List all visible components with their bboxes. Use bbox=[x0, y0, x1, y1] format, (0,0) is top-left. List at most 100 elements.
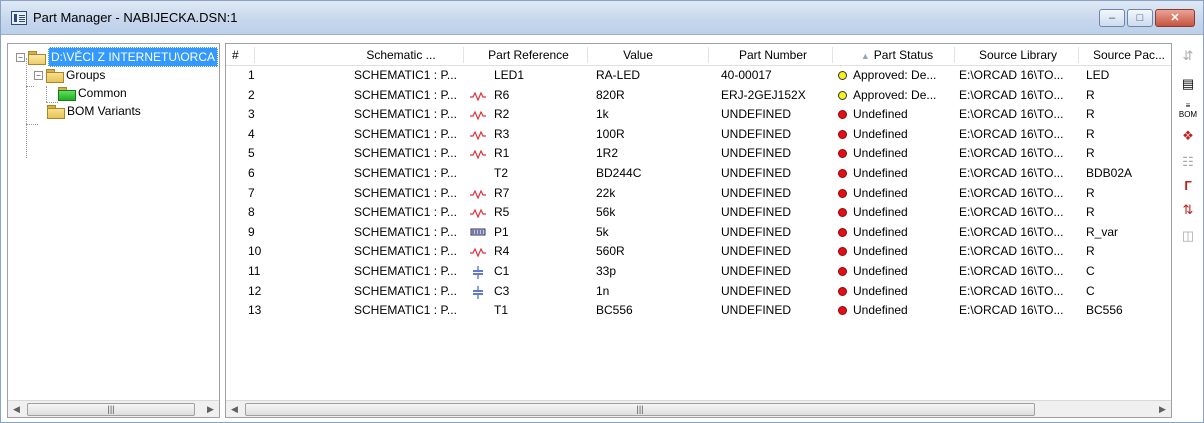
source-library-cell: E:\ORCAD 16\TO... bbox=[959, 185, 1064, 200]
scroll-left-icon[interactable]: ◀ bbox=[226, 401, 243, 417]
resistor-icon bbox=[469, 129, 487, 141]
source-package-cell: R bbox=[1086, 185, 1095, 200]
part-status-text: Undefined bbox=[853, 126, 908, 141]
row-index: 6 bbox=[248, 165, 255, 180]
scroll-left-icon[interactable]: ◀ bbox=[8, 401, 25, 417]
resistor-icon bbox=[469, 207, 487, 219]
column-header-schematic[interactable]: Schematic ... bbox=[346, 44, 456, 66]
part-status-cell: Undefined bbox=[838, 164, 908, 184]
part-reference-cell: LED1 bbox=[494, 68, 525, 82]
schematic-cell: SCHEMATIC1 : P... bbox=[354, 165, 457, 180]
link-icon[interactable]: Г bbox=[1178, 177, 1198, 195]
row-index: 13 bbox=[248, 303, 262, 318]
part-number-cell: UNDEFINED bbox=[721, 263, 792, 278]
yellow-status-icon bbox=[838, 90, 847, 100]
scroll-right-icon[interactable]: ▶ bbox=[1154, 401, 1171, 417]
table-row[interactable]: 7 SCHEMATIC1 : P... R7 22k UNDEFINED Undefine… bbox=[226, 184, 1171, 204]
close-button[interactable]: ✕ bbox=[1155, 9, 1195, 27]
compare-icon[interactable]: ☷ bbox=[1178, 153, 1198, 171]
tree-root[interactable]: − D:\VĚCI Z INTERNETU\ORCA bbox=[16, 47, 219, 67]
red-status-icon bbox=[838, 286, 847, 296]
tree-common-label[interactable]: Common bbox=[78, 84, 127, 102]
tree-item-bom-variants[interactable]: BOM Variants bbox=[34, 102, 141, 120]
part-status-text: Undefined bbox=[853, 283, 908, 298]
collapse-icon[interactable]: − bbox=[16, 52, 25, 62]
table-row[interactable]: 1 SCHEMATIC1 : P... LED1 RA-LED 40-00017 Appr… bbox=[226, 66, 1171, 86]
row-index: 7 bbox=[248, 185, 255, 200]
row-index: 2 bbox=[248, 87, 255, 102]
part-status-text: Undefined bbox=[853, 165, 908, 180]
parts-table[interactable]: # Schematic ... Part Reference Value Par… bbox=[225, 43, 1172, 418]
project-tree[interactable]: − D:\VĚCI Z INTERNETU\ORCA − Groups Comm… bbox=[7, 43, 220, 418]
part-status-header-label: Part Status bbox=[873, 48, 934, 62]
column-header-index[interactable]: # bbox=[232, 44, 252, 66]
part-number-cell: UNDEFINED bbox=[721, 146, 792, 161]
yellow-status-icon bbox=[838, 71, 847, 80]
source-library-cell: E:\ORCAD 16\TO... bbox=[959, 165, 1064, 180]
scroll-thumb[interactable]: ||| bbox=[27, 403, 195, 416]
value-cell: BD244C bbox=[596, 165, 642, 180]
red-status-icon bbox=[838, 168, 847, 178]
red-status-icon bbox=[838, 129, 847, 139]
table-row[interactable]: 11 SCHEMATIC1 : P... C1 33p UNDEFINED Undefin… bbox=[226, 262, 1171, 282]
update-icon[interactable]: ⇅ bbox=[1178, 201, 1198, 219]
table-row[interactable]: 8 SCHEMATIC1 : P... R5 56k UNDEFINED Undefine… bbox=[226, 203, 1171, 223]
red-status-icon bbox=[838, 306, 847, 316]
table-row[interactable]: 2 SCHEMATIC1 : P... R6 820R ERJ-2GEJ152X Appr… bbox=[226, 86, 1171, 106]
table-row[interactable]: 13 SCHEMATIC1 : P... T1 BC556 UNDEFINED Undef… bbox=[226, 301, 1171, 321]
maximize-button[interactable]: □ bbox=[1127, 9, 1153, 27]
source-package-cell: R bbox=[1086, 107, 1095, 122]
minimize-button[interactable]: – bbox=[1099, 9, 1125, 27]
tree-horizontal-scrollbar[interactable]: ◀ ||| ▶ bbox=[8, 400, 219, 417]
table-row[interactable]: 3 SCHEMATIC1 : P... R2 1k UNDEFINED Undefined… bbox=[226, 105, 1171, 125]
assign-icon[interactable]: ❖ bbox=[1178, 127, 1198, 145]
table-row[interactable]: 9 SCHEMATIC1 : P... P1 5k UNDEFINED Undefined… bbox=[226, 223, 1171, 243]
row-index: 4 bbox=[248, 126, 255, 141]
table-row[interactable]: 4 SCHEMATIC1 : P... R3 100R UNDEFINED Undefin… bbox=[226, 125, 1171, 145]
title-bar[interactable]: Part Manager - NABIJECKA.DSN:1 – □ ✕ bbox=[1, 1, 1203, 35]
sort-ascending-icon: ▲ bbox=[860, 51, 870, 61]
part-reference-cell: R2 bbox=[494, 107, 510, 122]
sync-icon[interactable]: ⇵ bbox=[1178, 47, 1198, 65]
bom-icon[interactable]: ≡ BOM bbox=[1178, 101, 1198, 119]
scroll-right-icon[interactable]: ▶ bbox=[202, 401, 219, 417]
tree-root-label[interactable]: D:\VĚCI Z INTERNETU\ORCA bbox=[48, 47, 219, 67]
table-row[interactable]: 10 SCHEMATIC1 : P... R4 560R UNDEFINED Undefi… bbox=[226, 242, 1171, 262]
source-library-cell: E:\ORCAD 16\TO... bbox=[959, 68, 1064, 82]
source-package-cell: R_var bbox=[1086, 224, 1119, 239]
part-number-cell: UNDEFINED bbox=[721, 126, 792, 141]
tree-groups-label[interactable]: Groups bbox=[66, 66, 105, 84]
table-horizontal-scrollbar[interactable]: ◀ ||| ▶ bbox=[226, 400, 1171, 417]
scroll-thumb[interactable]: ||| bbox=[245, 403, 1035, 416]
part-number-cell: UNDEFINED bbox=[721, 107, 792, 122]
row-index: 10 bbox=[248, 244, 262, 259]
value-cell: 22k bbox=[596, 185, 616, 200]
properties-icon[interactable]: ▤ bbox=[1178, 75, 1198, 93]
column-header-part-number[interactable]: Part Number bbox=[708, 44, 838, 66]
source-package-cell: R bbox=[1086, 146, 1095, 161]
part-reference-cell: R1 bbox=[494, 146, 510, 161]
open-folder-icon bbox=[28, 51, 46, 65]
schematic-cell: SCHEMATIC1 : P... bbox=[354, 244, 457, 259]
part-status-cell: Undefined bbox=[838, 223, 908, 243]
table-row[interactable]: 6 SCHEMATIC1 : P... T2 BD244C UNDEFINED Undef… bbox=[226, 164, 1171, 184]
row-index: 8 bbox=[248, 205, 255, 220]
capacitor-icon bbox=[469, 265, 487, 279]
column-header-value[interactable]: Value bbox=[588, 44, 688, 66]
column-header-source-package[interactable]: Source Pac... bbox=[1081, 44, 1171, 66]
value-cell: RA-LED bbox=[596, 68, 641, 82]
tree-item-groups[interactable]: − Groups bbox=[34, 66, 105, 84]
column-header-source-library[interactable]: Source Library bbox=[954, 44, 1082, 66]
collapse-icon[interactable]: − bbox=[34, 70, 43, 80]
column-header-part-reference[interactable]: Part Reference bbox=[471, 44, 586, 66]
column-header-part-status[interactable]: ▲ Part Status bbox=[832, 44, 962, 66]
schematic-cell: SCHEMATIC1 : P... bbox=[354, 68, 457, 82]
part-manager-window: Part Manager - NABIJECKA.DSN:1 – □ ✕ − D… bbox=[0, 0, 1204, 423]
table-row[interactable]: 12 SCHEMATIC1 : P... C3 1n UNDEFINED Undefine… bbox=[226, 282, 1171, 302]
tree-bom-variants-label[interactable]: BOM Variants bbox=[67, 102, 141, 120]
table-row[interactable]: 5 SCHEMATIC1 : P... R1 1R2 UNDEFINED Undefine… bbox=[226, 144, 1171, 164]
help-icon[interactable]: ◫ bbox=[1178, 227, 1198, 245]
part-status-cell: Undefined bbox=[838, 125, 908, 145]
source-library-cell: E:\ORCAD 16\TO... bbox=[959, 107, 1064, 122]
tree-item-common[interactable]: Common bbox=[58, 84, 127, 102]
